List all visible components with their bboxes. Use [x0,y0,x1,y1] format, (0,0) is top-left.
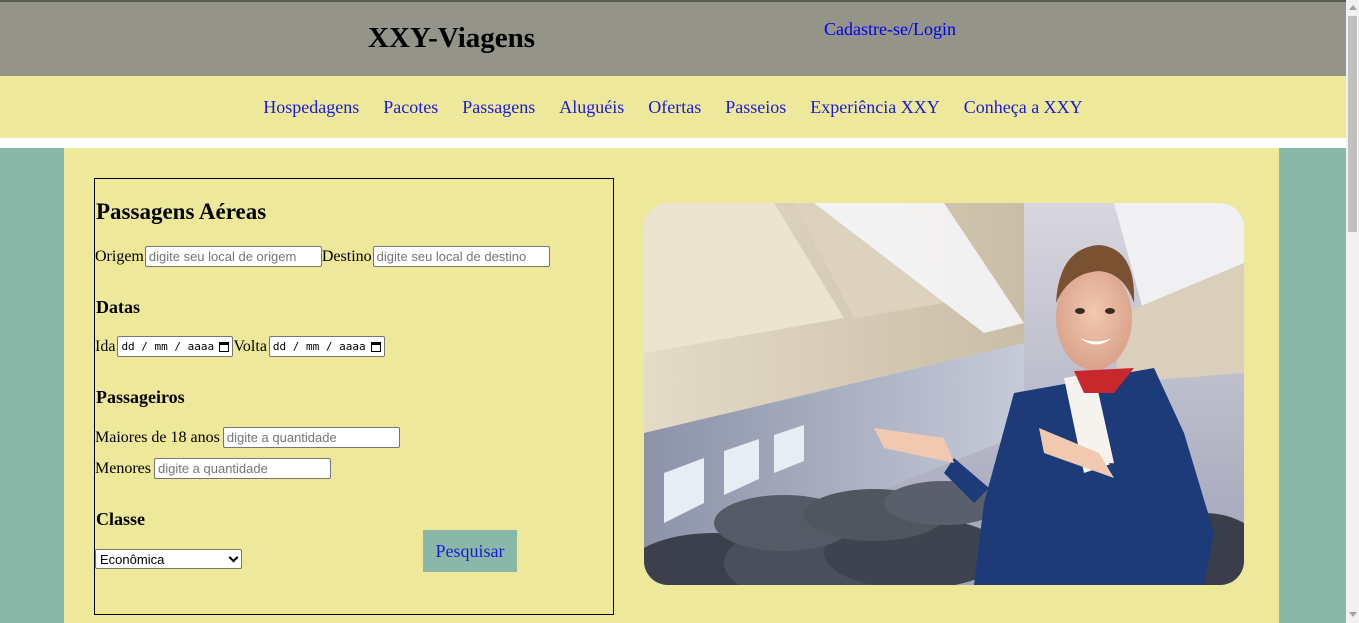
minors-row: Menores digite a quantidade [95,458,331,479]
form-title: Passagens Aéreas [96,199,267,224]
search-button[interactable]: Pesquisar [423,530,517,572]
flight-search-form: Passagens Aéreas Origem digite seu local… [94,178,614,615]
destination-input[interactable]: digite seu local de destino [372,246,550,267]
adults-label: Maiores de 18 anos [95,428,220,446]
origin-destination-row: Origem digite seu local de origem Destin… [95,246,550,267]
depart-label: Ida [95,337,116,355]
depart-date-placeholder: dd / mm / aaaa [121,340,215,353]
nav-item-conheca[interactable]: Conheça a XXY [964,97,1083,118]
chevron-down-icon [228,552,239,562]
site-title: XXY-Viagens [368,22,536,54]
return-label: Volta [233,337,267,355]
dates-row: Ida dd / mm / aaaa Volta dd / mm / aaaa [95,336,385,357]
nav-item-alugueis[interactable]: Aluguéis [559,97,624,118]
site-header: XXY-Viagens Cadastre-se/Login [0,0,1346,76]
class-title: Classe [96,509,145,529]
nav-item-experiencia[interactable]: Experiência XXY [810,97,939,118]
minors-label: Menores [95,459,151,477]
login-link[interactable]: Cadastre-se/Login [824,19,956,40]
origin-label: Origem [95,247,144,265]
adults-row: Maiores de 18 anos digite a quantidade [95,427,400,448]
nav-item-hospedagens[interactable]: Hospedagens [263,97,359,118]
flight-attendant-photo [644,203,1244,585]
main-nav: Hospedagens Pacotes Passagens Aluguéis O… [0,76,1346,138]
nav-item-passagens[interactable]: Passagens [462,97,535,118]
class-selected-value: Econômica [100,551,165,567]
return-date-placeholder: dd / mm / aaaa [272,340,366,353]
destination-label: Destino [321,247,372,265]
adults-input[interactable]: digite a quantidade [222,427,400,448]
calendar-icon[interactable] [370,341,381,352]
class-select[interactable]: Econômica [95,549,242,569]
passengers-title: Passageiros [96,387,185,407]
vertical-scrollbar[interactable] [1346,0,1359,623]
nav-item-ofertas[interactable]: Ofertas [648,97,701,118]
depart-date-input[interactable]: dd / mm / aaaa [117,336,234,357]
nav-divider [0,138,1346,148]
nav-item-pacotes[interactable]: Pacotes [383,97,438,118]
scroll-up-icon[interactable] [1349,5,1357,10]
scrollbar-thumb[interactable] [1348,16,1357,232]
scroll-down-icon[interactable] [1349,612,1357,617]
main-content: Passagens Aéreas Origem digite seu local… [64,148,1279,623]
dates-title: Datas [96,297,140,317]
minors-input[interactable]: digite a quantidade [153,458,331,479]
calendar-icon[interactable] [219,341,230,352]
origin-input[interactable]: digite seu local de origem [144,246,322,267]
return-date-input[interactable]: dd / mm / aaaa [268,336,385,357]
nav-item-passeios[interactable]: Passeios [725,97,786,118]
